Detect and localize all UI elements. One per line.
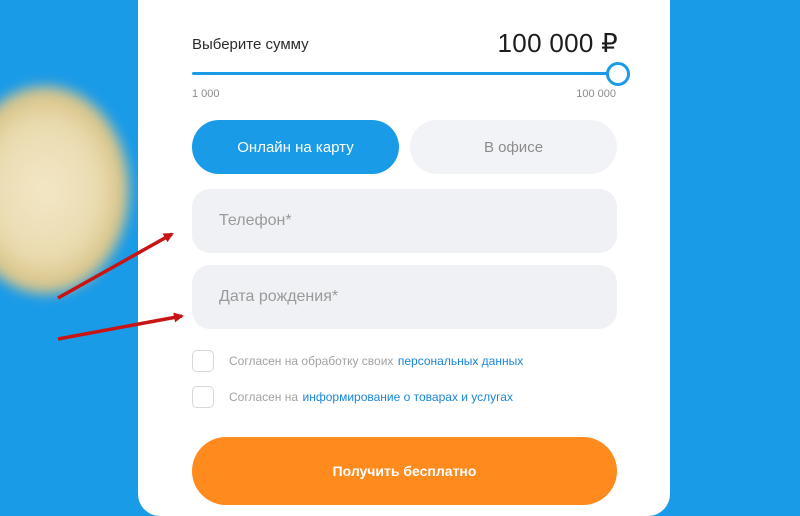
get-free-button[interactable]: Получить бесплатно (192, 437, 617, 505)
tab-in-office[interactable]: В офисе (410, 120, 617, 174)
slider-max-label: 100 000 (576, 88, 616, 100)
amount-label: Выберите сумму (192, 36, 309, 53)
amount-value: 100 000 ₽ (497, 28, 618, 58)
birthdate-input[interactable] (192, 265, 617, 329)
personal-data-link[interactable]: персональных данных (398, 354, 523, 368)
consent-marketing-text: Согласен на (229, 390, 299, 404)
consent-personal-data-text: Согласен на обработку своих (229, 354, 394, 368)
consent-marketing-row: Согласен на информирование о товарах и у… (192, 386, 513, 408)
get-free-button-label: Получить бесплатно (332, 463, 477, 479)
tab-online-label: Онлайн на карту (237, 138, 354, 156)
consent-marketing-checkbox[interactable] (192, 386, 214, 408)
background-left (0, 0, 140, 516)
loan-form-card: Выберите сумму 100 000 ₽ 1 000 100 000 О… (138, 0, 670, 516)
amount-slider-track[interactable] (192, 72, 618, 75)
marketing-info-link[interactable]: информирование о товарах и услугах (303, 390, 513, 404)
amount-slider-thumb[interactable] (606, 62, 630, 86)
tab-office-label: В офисе (483, 138, 544, 156)
phone-input[interactable] (192, 189, 617, 253)
consent-personal-data-row: Согласен на обработку своих персональных… (192, 350, 523, 372)
background-right (670, 0, 800, 516)
slider-min-label: 1 000 (192, 88, 220, 100)
coin-image-blurred (0, 85, 130, 295)
tab-online-to-card[interactable]: Онлайн на карту (192, 120, 399, 174)
consent-personal-data-checkbox[interactable] (192, 350, 214, 372)
